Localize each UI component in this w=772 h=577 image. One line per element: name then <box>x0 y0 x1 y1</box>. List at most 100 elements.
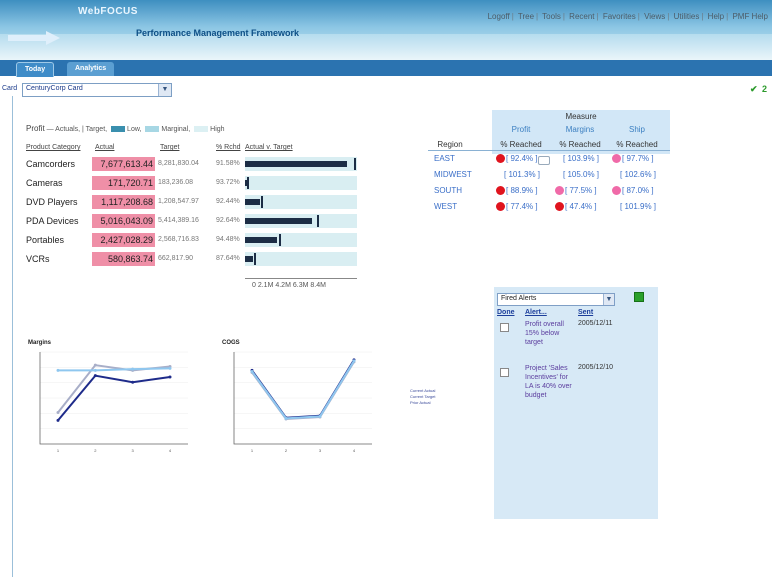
measure-value-text: [ 92.4% ] <box>506 154 538 163</box>
tab-bar: Today Analytics <box>0 60 772 77</box>
measure-value[interactable]: [ 77.4% ] <box>496 202 538 212</box>
data-point <box>93 368 97 372</box>
nav-tools[interactable]: Tools <box>542 12 561 21</box>
x-tick-label: 4 <box>169 448 172 453</box>
x-tick-label: 4 <box>353 448 356 453</box>
alert-col-done[interactable]: Done <box>497 309 515 316</box>
measure-sub-margins: % Reached <box>559 140 601 149</box>
region-link[interactable]: SOUTH <box>434 186 462 195</box>
status-dot-icon <box>612 154 621 164</box>
alert-link[interactable]: Profit overall 15% below target <box>525 320 573 347</box>
nav-views[interactable]: Views <box>644 12 665 21</box>
col-header-bullet[interactable]: Actual v. Target <box>245 144 293 151</box>
measure-value[interactable]: [ 97.7% ] <box>612 154 654 164</box>
nav-utilities[interactable]: Utilities <box>674 12 700 21</box>
brand-logo: WebFOCUS <box>78 6 138 17</box>
legend-high: High <box>210 126 225 133</box>
col-header-category[interactable]: Product Category <box>26 144 80 151</box>
bullet-bar <box>245 176 357 190</box>
comment-icon[interactable] <box>538 156 550 165</box>
tab-today[interactable]: Today <box>16 62 55 77</box>
nav-pmf-help[interactable]: PMF Help <box>732 12 768 21</box>
check-icon[interactable]: ✔ <box>750 84 758 95</box>
card-select[interactable]: CenturyCorp Card ▼ <box>22 83 172 97</box>
bullet-actual-bar <box>245 256 253 262</box>
bullet-actual-bar <box>245 199 260 205</box>
bullet-axis-labels: 0 2.1M 4.2M 6.3M 8.4M <box>252 282 326 289</box>
measure-value[interactable]: [ 47.4% ] <box>555 202 597 212</box>
measure-value[interactable]: [ 102.6% ] <box>612 170 656 179</box>
alert-col-sent[interactable]: Sent <box>578 309 593 316</box>
measure-value-text: [ 88.9% ] <box>506 186 538 195</box>
data-point <box>352 359 356 363</box>
bullet-target-mark <box>316 215 319 227</box>
alert-done-checkbox[interactable] <box>500 368 509 377</box>
status-dot-icon <box>612 186 621 196</box>
measure-value[interactable]: [ 105.0% ] <box>555 170 599 179</box>
save-icon[interactable]: 2 <box>762 84 767 94</box>
status-dot-icon <box>496 186 505 196</box>
target-cell: 183,236.08 <box>158 179 194 186</box>
bullet-target-mark <box>260 196 263 208</box>
measure-value-text: [ 101.3% ] <box>504 170 541 179</box>
target-cell: 1,208,547.97 <box>158 198 199 205</box>
bullet-target-mark <box>247 177 250 189</box>
alert-col-alert[interactable]: Alert... <box>525 309 547 316</box>
nav-recent[interactable]: Recent <box>569 12 594 21</box>
card-label: Card <box>2 85 18 92</box>
alert-done-checkbox[interactable] <box>500 323 509 332</box>
measure-value[interactable]: [ 92.4% ] <box>496 154 538 164</box>
x-tick-label: 3 <box>319 448 322 453</box>
actual-cell: 7,677,613.44 <box>92 157 155 171</box>
legend-high-swatch <box>194 126 209 133</box>
category-cell: PDA Devices <box>26 216 79 226</box>
nav-tree[interactable]: Tree <box>518 12 534 21</box>
measure-header-rule <box>428 150 670 151</box>
alert-date: 2005/12/10 <box>578 364 614 371</box>
arrow-graphic-icon <box>8 31 60 45</box>
measure-value-text: [ 97.7% ] <box>622 154 654 163</box>
col-header-actual[interactable]: Actual <box>95 144 114 151</box>
legend-low-swatch <box>111 126 126 133</box>
actual-cell: 171,720.71 <box>92 176 155 190</box>
measure-value-text: [ 101.9% ] <box>620 202 657 211</box>
nav-help[interactable]: Help <box>708 12 724 21</box>
category-cell: Portables <box>26 235 65 245</box>
data-point <box>318 414 322 418</box>
measure-value[interactable]: [ 87.0% ] <box>612 186 654 196</box>
region-link[interactable]: MIDWEST <box>434 170 472 179</box>
x-tick-label: 2 <box>285 448 288 453</box>
data-point <box>56 368 60 372</box>
chevron-down-icon[interactable]: ▼ <box>603 294 614 305</box>
data-point <box>56 418 60 422</box>
region-link[interactable]: EAST <box>434 154 455 163</box>
status-dot-icon <box>496 202 505 212</box>
alert-filter-select[interactable]: Fired Alerts ▼ <box>497 293 615 306</box>
x-tick-label: 3 <box>132 448 135 453</box>
nav-favorites[interactable]: Favorites <box>603 12 636 21</box>
target-cell: 662,817.90 <box>158 255 194 262</box>
category-cell: Cameras <box>26 178 63 188</box>
measure-value[interactable]: [ 101.9% ] <box>612 202 656 211</box>
target-cell: 5,414,389.16 <box>158 217 199 224</box>
measure-value[interactable]: [ 103.9% ] <box>555 154 599 163</box>
region-link[interactable]: WEST <box>434 202 457 211</box>
col-header-target[interactable]: Target <box>160 144 179 151</box>
measure-value[interactable]: [ 77.5% ] <box>555 186 597 196</box>
add-alert-icon[interactable] <box>634 292 644 302</box>
nav-logoff[interactable]: Logoff <box>488 12 510 21</box>
chevron-down-icon[interactable]: ▼ <box>158 84 171 96</box>
top-nav: Logoff | Tree | Tools | Recent | Favorites | … <box>487 12 768 21</box>
measure-col-ship: Ship <box>628 125 645 134</box>
measure-value-text: [ 77.4% ] <box>506 202 538 211</box>
target-cell: 2,568,716.83 <box>158 236 199 243</box>
legend-target: | Target, <box>82 126 108 133</box>
actual-cell: 1,117,208.68 <box>92 195 155 209</box>
category-cell: Camcorders <box>26 159 76 169</box>
measure-value[interactable]: [ 101.3% ] <box>496 170 540 179</box>
target-cell: 8,281,830.04 <box>158 160 199 167</box>
col-header-pct[interactable]: % Rchd <box>216 144 241 151</box>
alert-link[interactable]: Project 'Sales Incentives' for LA is 40%… <box>525 364 573 400</box>
tab-analytics[interactable]: Analytics <box>67 62 115 76</box>
measure-value[interactable]: [ 88.9% ] <box>496 186 538 196</box>
